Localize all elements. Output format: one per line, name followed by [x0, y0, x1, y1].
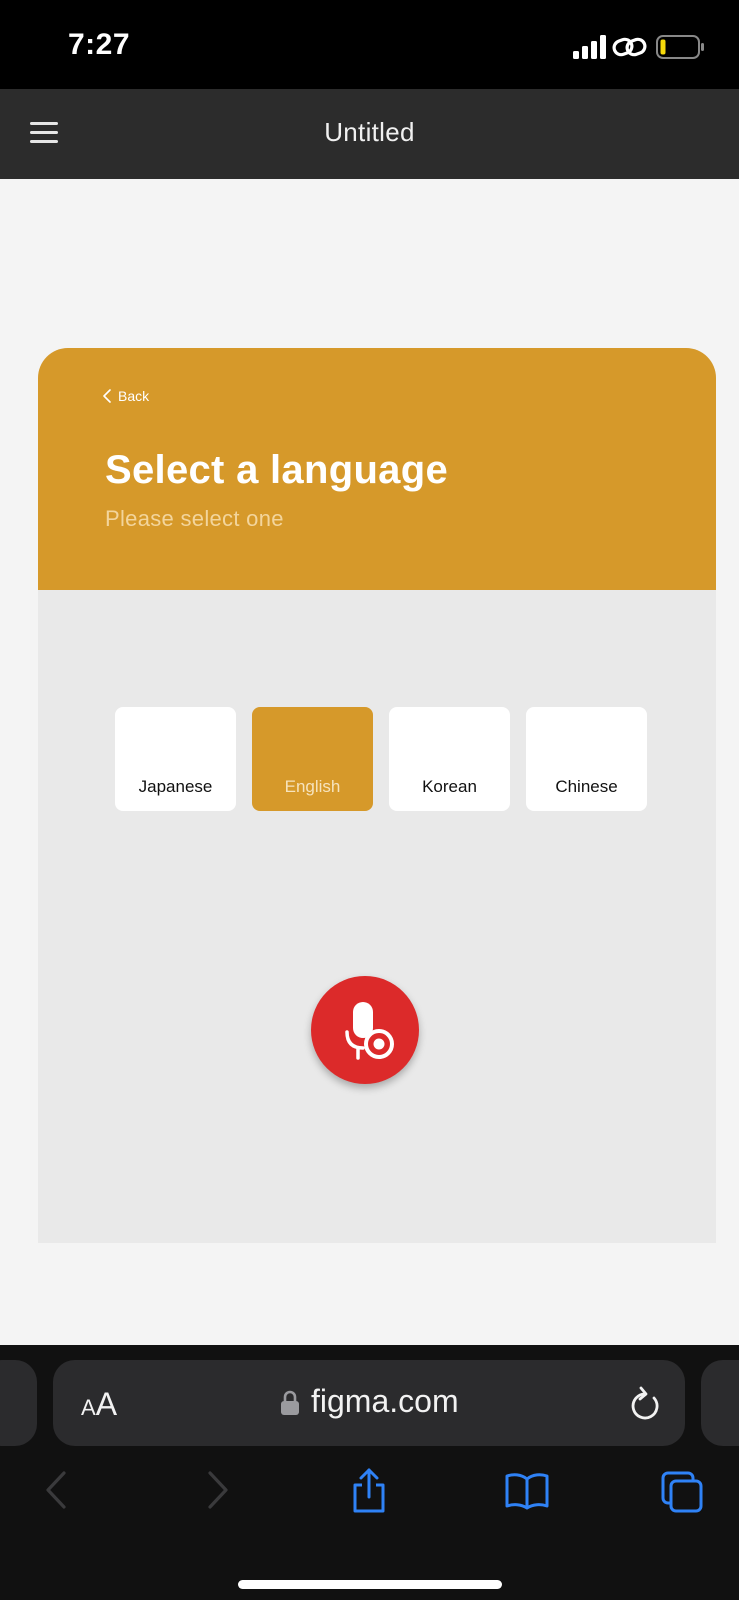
back-label: Back	[118, 388, 150, 404]
home-indicator	[238, 1580, 502, 1589]
lock-icon	[281, 1390, 299, 1415]
language-option-english[interactable]: English	[252, 707, 373, 811]
record-button[interactable]	[311, 976, 419, 1084]
bookmarks-icon[interactable]	[504, 1467, 550, 1513]
language-option-japanese[interactable]: Japanese	[115, 707, 236, 811]
back-arrow-icon[interactable]	[38, 1467, 78, 1513]
battery-low-icon	[656, 35, 704, 59]
cellular-signal-icon	[573, 35, 606, 59]
status-time: 7:27	[68, 28, 131, 61]
language-option-korean[interactable]: Korean	[389, 707, 510, 811]
safari-bottom-bar: AA figma.com	[0, 1345, 739, 1600]
share-icon[interactable]	[349, 1467, 389, 1513]
reload-icon[interactable]	[628, 1384, 662, 1422]
tabs-icon[interactable]	[660, 1467, 704, 1513]
language-label: Korean	[422, 777, 477, 796]
language-option-chinese[interactable]: Chinese	[526, 707, 647, 811]
page-title: Untitled	[324, 117, 415, 147]
previous-tab-preview[interactable]	[0, 1360, 37, 1446]
language-label: Chinese	[555, 777, 618, 796]
next-tab-preview[interactable]	[701, 1360, 739, 1446]
address-bar[interactable]: AA figma.com	[53, 1360, 685, 1446]
microphone-record-icon	[345, 1002, 394, 1060]
text-size-button[interactable]: AA	[81, 1386, 117, 1423]
forward-arrow-icon[interactable]	[196, 1467, 236, 1513]
back-button[interactable]: Back	[102, 388, 149, 404]
url-text: figma.com	[311, 1383, 459, 1419]
prototype-canvas: Back Select a language Please select one…	[0, 179, 739, 1345]
language-options: Japanese English Korean Chinese	[115, 707, 647, 811]
figma-header: Untitled	[0, 89, 739, 179]
screen-subtitle: Please select one	[105, 506, 284, 531]
language-label: Japanese	[138, 777, 213, 796]
screen-title: Select a language	[105, 448, 449, 492]
language-label: English	[284, 777, 341, 796]
link-icon	[612, 37, 647, 57]
frame-header: Back Select a language Please select one	[38, 348, 716, 590]
language-select-frame: Back Select a language Please select one…	[38, 348, 716, 1243]
status-bar: 7:27	[0, 0, 739, 89]
chevron-left-icon	[103, 389, 111, 403]
